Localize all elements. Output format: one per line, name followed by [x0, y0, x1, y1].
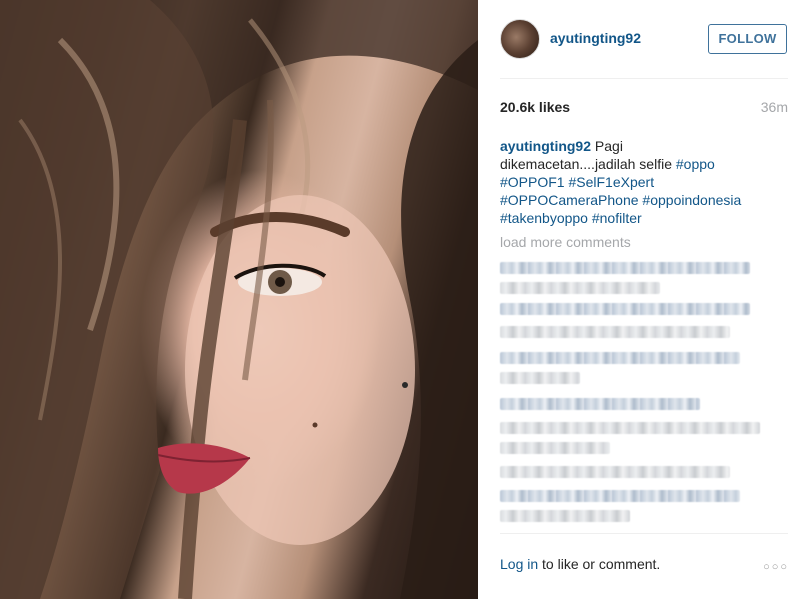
caption-text-1: Pagi [591, 138, 623, 154]
blurred-comment [500, 510, 630, 522]
avatar[interactable] [500, 19, 540, 59]
post-header: ayutingting92 FOLLOW [478, 0, 797, 78]
caption-text-2: dikemacetan....jadilah selfie [500, 156, 676, 172]
hashtag[interactable]: #oppo [676, 156, 715, 172]
blurred-comment [500, 442, 610, 454]
blurred-comment [500, 303, 750, 315]
caption-username[interactable]: ayutingting92 [500, 138, 591, 154]
hashtag[interactable]: #OPPOCameraPhone [500, 192, 639, 208]
hashtag[interactable]: #takenbyoppo [500, 210, 588, 226]
post-photo[interactable] [0, 0, 478, 599]
username-link[interactable]: ayutingting92 [550, 30, 641, 46]
blurred-comment [500, 466, 730, 478]
follow-button[interactable]: FOLLOW [708, 24, 787, 54]
blurred-comment [500, 326, 730, 338]
blurred-comment [500, 490, 740, 502]
timestamp[interactable]: 36m [761, 99, 788, 115]
blurred-comment [500, 352, 740, 364]
blurred-comment [500, 282, 660, 294]
likes-count[interactable]: 20.6k likes [500, 99, 570, 115]
blurred-comment [500, 262, 750, 274]
load-more-comments[interactable]: load more comments [500, 234, 631, 250]
ellipsis-icon[interactable]: ○○○ [763, 561, 789, 573]
login-rest-text: to like or comment. [538, 556, 661, 572]
hashtag[interactable]: #SelF1eXpert [568, 174, 654, 190]
header-divider [500, 78, 788, 79]
hashtag[interactable]: #OPPOF1 [500, 174, 565, 190]
blurred-comment [500, 422, 760, 434]
hashtag[interactable]: #oppoindonesia [642, 192, 741, 208]
blurred-comment [500, 398, 700, 410]
caption: ayutingting92 Pagi dikemacetan....jadila… [500, 137, 770, 227]
footer-divider [500, 533, 788, 534]
blurred-comment [500, 372, 580, 384]
login-link[interactable]: Log in [500, 556, 538, 572]
post-sidebar: ayutingting92 FOLLOW 20.6k likes 36m ayu… [478, 0, 797, 599]
login-prompt: Log in to like or comment. [500, 556, 660, 572]
post-view: ayutingting92 FOLLOW 20.6k likes 36m ayu… [0, 0, 797, 599]
hashtag[interactable]: #nofilter [592, 210, 642, 226]
